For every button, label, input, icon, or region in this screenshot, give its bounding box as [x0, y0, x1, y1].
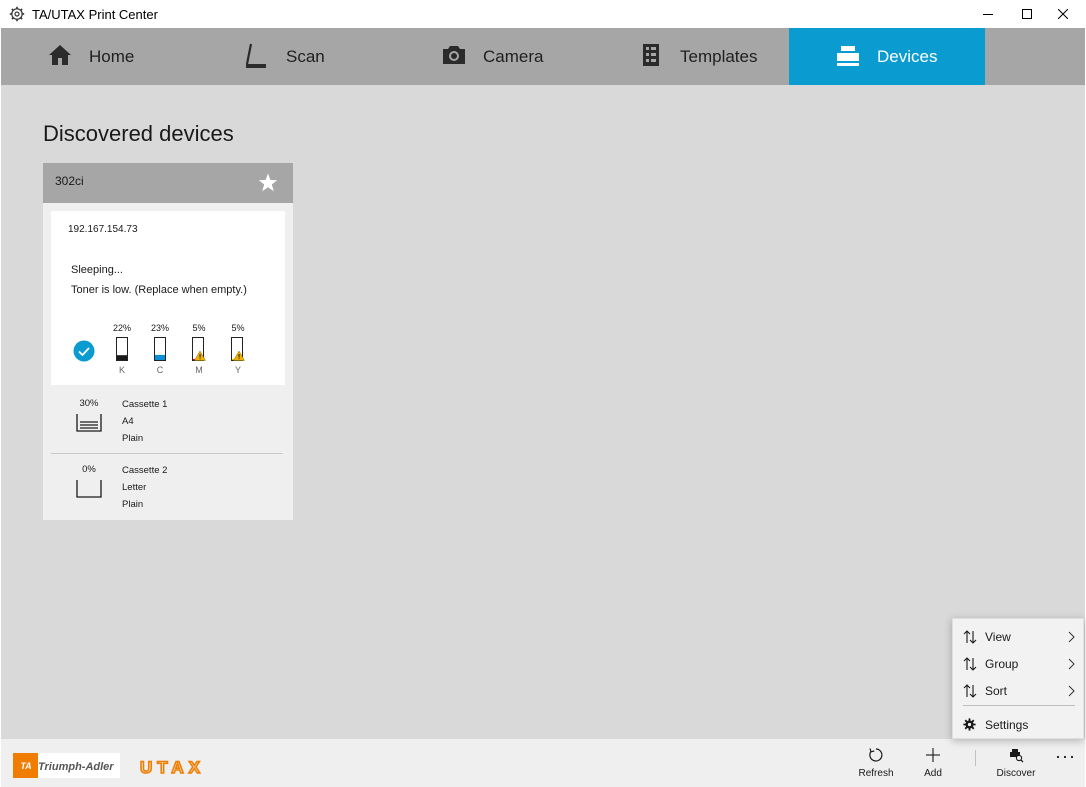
toner-k-letter: K [118, 365, 125, 375]
sort-arrows-icon [963, 657, 977, 671]
more-button[interactable] [1050, 745, 1080, 785]
utax-logo: UTAX [139, 756, 227, 781]
more-icon [1056, 755, 1074, 759]
toner-k: 22% K [110, 323, 134, 375]
toner-y-gauge [231, 337, 245, 361]
command-separator [975, 750, 976, 766]
device-ip: 192.167.154.73 [68, 224, 138, 235]
toner-c-percent: 23% [150, 323, 169, 333]
gear-icon [9, 6, 25, 22]
discover-printer-icon [1010, 749, 1024, 763]
tab-templates-label: Templates [680, 46, 758, 66]
page-title: Discovered devices [43, 121, 234, 146]
tray-1-size: A4 [122, 416, 134, 427]
toner-k-gauge [116, 337, 128, 361]
menu-item-sort-label: Sort [985, 684, 1008, 698]
svg-text:UTAX: UTAX [140, 758, 205, 776]
tray-divider [51, 453, 283, 454]
toner-c-letter: C [156, 365, 164, 375]
templates-icon [643, 44, 659, 66]
menu-item-sort[interactable]: Sort [953, 677, 1085, 703]
tab-devices[interactable]: Devices [789, 28, 985, 85]
toner-m: 5% M [187, 323, 211, 375]
tray-1-name: Cassette 1 [122, 399, 168, 410]
close-button[interactable] [1040, 0, 1086, 28]
discover-label: Discover [996, 768, 1036, 779]
nav-bar: Home Scan Camera Templates Devices [1, 28, 1085, 85]
discover-button[interactable]: Discover [988, 745, 1044, 785]
tray-2-media: Plain [122, 499, 144, 510]
add-label: Add [924, 768, 942, 779]
menu-item-group-label: Group [985, 657, 1019, 671]
tray-2-percent: 0% [82, 464, 96, 475]
tab-templates[interactable]: Templates [590, 28, 789, 85]
tray-2-size: Letter [122, 482, 147, 493]
tab-camera-label: Camera [483, 46, 544, 66]
toner-c: 23% C [148, 323, 172, 375]
toner-m-gauge [192, 337, 206, 361]
tray-2-name: Cassette 2 [122, 465, 168, 476]
menu-item-settings-label: Settings [985, 718, 1029, 732]
toner-y-letter: Y [234, 365, 241, 375]
svg-text:TA: TA [20, 761, 31, 771]
tray-1-media: Plain [122, 433, 144, 444]
menu-item-group[interactable]: Group [953, 650, 1085, 676]
chevron-right-icon [1068, 631, 1075, 643]
tab-camera[interactable]: Camera [393, 28, 590, 85]
add-button[interactable]: Add [905, 745, 961, 785]
close-icon [1058, 9, 1068, 19]
chevron-right-icon [1068, 685, 1075, 697]
device-warning: Toner is low. (Replace when empty.) [71, 284, 247, 296]
camera-icon [443, 46, 465, 64]
svg-text:Triumph-Adler: Triumph-Adler [38, 761, 114, 773]
maximize-icon [1022, 9, 1032, 19]
tray-cassette-1: 30% Cassette 1 A4 Plain [43, 390, 293, 454]
menu-item-view-label: View [985, 630, 1011, 644]
tab-scan-label: Scan [286, 46, 325, 66]
star-icon[interactable] [258, 173, 278, 192]
tab-home-label: Home [89, 46, 135, 66]
toner-c-gauge [154, 337, 166, 361]
device-name: 302ci [55, 174, 84, 188]
sort-arrows-icon [963, 630, 977, 644]
toner-y: 5% Y [226, 323, 250, 375]
device-status: Sleeping... [71, 264, 123, 276]
menu-item-view[interactable]: View [953, 623, 1085, 649]
tab-home[interactable]: Home [1, 28, 196, 85]
tab-scan[interactable]: Scan [196, 28, 393, 85]
toner-k-percent: 22% [112, 323, 131, 333]
window-title: TA/UTAX Print Center [32, 6, 158, 22]
add-icon [926, 748, 940, 762]
tab-devices-label: Devices [877, 46, 938, 66]
printer-icon [837, 46, 859, 66]
check-circle-icon [73, 340, 95, 362]
tray-cassette-2: 0% Cassette 2 Letter Plain [43, 456, 293, 520]
refresh-label: Refresh [858, 768, 894, 779]
gear-icon [963, 718, 976, 731]
device-status-panel: 192.167.154.73 Sleeping... Toner is low.… [51, 211, 285, 385]
home-icon [49, 45, 71, 65]
overflow-menu: View Group Sort Settings [952, 618, 1084, 739]
minimize-icon [983, 14, 993, 15]
triumph-adler-logo: TA Triumph-Adler [13, 753, 120, 778]
title-bar: TA/UTAX Print Center [0, 0, 1086, 28]
toner-m-percent: 5% [192, 323, 206, 333]
chevron-right-icon [1068, 658, 1075, 670]
toner-y-percent: 5% [231, 323, 245, 333]
tray-1-percent: 30% [79, 398, 99, 409]
menu-item-settings[interactable]: Settings [953, 711, 1085, 737]
refresh-button[interactable]: Refresh [848, 745, 904, 785]
refresh-icon [869, 748, 883, 762]
sort-arrows-icon [963, 684, 977, 698]
device-card-header: 302ci [43, 163, 293, 203]
scan-icon [245, 43, 266, 68]
paper-tray-icon [76, 480, 102, 498]
paper-tray-icon [76, 414, 102, 432]
menu-separator [963, 705, 1075, 706]
device-card[interactable]: 302ci 192.167.154.73 Sleeping... Toner i… [43, 163, 293, 520]
toner-m-letter: M [195, 365, 203, 375]
